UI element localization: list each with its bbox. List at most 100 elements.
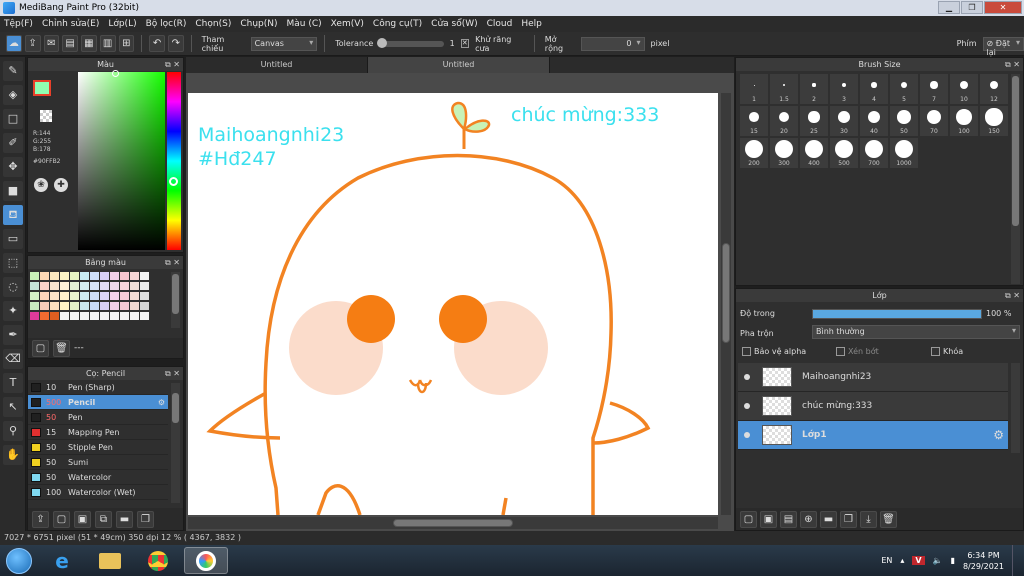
palette-swatch[interactable] bbox=[130, 312, 139, 320]
new-layer-icon[interactable]: ▢ bbox=[740, 510, 757, 528]
brush-size-option[interactable]: 400 bbox=[800, 138, 828, 168]
palette-swatch[interactable] bbox=[90, 272, 99, 280]
brush-item[interactable]: 500 Pencil ⚙ bbox=[28, 395, 168, 410]
brush-scrollbar[interactable] bbox=[171, 383, 180, 503]
lasso-tool-icon[interactable]: ◌ bbox=[3, 277, 23, 297]
palette-swatch[interactable] bbox=[40, 282, 49, 290]
palette-swatch[interactable] bbox=[70, 282, 79, 290]
show-desktop-button[interactable] bbox=[1012, 545, 1020, 576]
maximize-button[interactable]: ❐ bbox=[961, 1, 983, 14]
delete-layer-icon[interactable]: 🗑 bbox=[880, 510, 897, 528]
magic-wand-icon[interactable]: ✦ bbox=[3, 301, 23, 321]
close-button[interactable]: ✕ bbox=[984, 1, 1022, 14]
chrome-icon[interactable] bbox=[136, 547, 180, 574]
protect-alpha-checkbox[interactable] bbox=[742, 347, 751, 356]
palette-swatch[interactable] bbox=[80, 282, 89, 290]
new-palette-icon[interactable]: ▢ bbox=[32, 339, 49, 357]
menu-item[interactable]: Help bbox=[521, 19, 542, 29]
brush-item[interactable]: 100 Watercolor (Wet) bbox=[28, 485, 168, 500]
blend-select[interactable]: Bình thường bbox=[812, 325, 1020, 339]
palette-swatch[interactable] bbox=[130, 272, 139, 280]
palette-swatch[interactable] bbox=[80, 302, 89, 310]
palette-swatch[interactable] bbox=[60, 282, 69, 290]
antialias-checkbox[interactable]: ✕ bbox=[460, 39, 470, 48]
add-brush-icon[interactable]: ▣ bbox=[74, 510, 91, 528]
hue-slider[interactable] bbox=[167, 72, 181, 250]
palette-swatch[interactable] bbox=[130, 302, 139, 310]
clipping-checkbox[interactable] bbox=[836, 347, 845, 356]
hue-cursor[interactable] bbox=[169, 177, 178, 186]
new-brush-icon[interactable]: ▢ bbox=[53, 510, 70, 528]
brush-size-option[interactable]: 3 bbox=[830, 74, 858, 104]
brush-size-option[interactable]: 20 bbox=[770, 106, 798, 136]
palette-swatch[interactable] bbox=[80, 312, 89, 320]
palette-swatch[interactable] bbox=[100, 272, 109, 280]
palette-swatch[interactable] bbox=[110, 302, 119, 310]
palette-swatch[interactable] bbox=[100, 292, 109, 300]
layer-settings-icon[interactable]: ⚙ bbox=[993, 428, 1004, 442]
operation-tool-icon[interactable]: ↖ bbox=[3, 397, 23, 417]
panel-controls-icon[interactable]: ⧉ ✕ bbox=[165, 367, 180, 380]
select-tool-icon[interactable]: ⬚ bbox=[3, 253, 23, 273]
palette-swatch[interactable] bbox=[40, 272, 49, 280]
palette-swatch[interactable] bbox=[50, 272, 59, 280]
brush-size-option[interactable]: 2 bbox=[800, 74, 828, 104]
brush-size-option[interactable]: 150 bbox=[980, 106, 1008, 136]
palette-swatch[interactable] bbox=[90, 302, 99, 310]
brush-size-option[interactable]: 200 bbox=[740, 138, 768, 168]
palette-swatch[interactable] bbox=[100, 312, 109, 320]
eyedropper-icon[interactable]: ⚲ bbox=[3, 421, 23, 441]
palette-swatch[interactable] bbox=[140, 302, 149, 310]
palette-swatch[interactable] bbox=[60, 292, 69, 300]
page-icon[interactable]: ▦ bbox=[81, 35, 97, 52]
palette-swatch[interactable] bbox=[110, 272, 119, 280]
canvas-horizontal-scrollbar[interactable] bbox=[188, 517, 718, 529]
brush-item[interactable]: 50 Sumi bbox=[28, 455, 168, 470]
brush-tool-icon[interactable]: ✎ bbox=[3, 61, 23, 81]
select-eraser-icon[interactable]: ⌫ bbox=[3, 349, 23, 369]
palette-swatch[interactable] bbox=[70, 292, 79, 300]
palette-swatch[interactable] bbox=[40, 292, 49, 300]
select-pen-icon[interactable]: ✒ bbox=[3, 325, 23, 345]
move-tool-icon[interactable]: ✥ bbox=[3, 157, 23, 177]
palette-swatch[interactable] bbox=[80, 292, 89, 300]
menu-item[interactable]: Chọn(S) bbox=[195, 19, 231, 29]
opacity-slider[interactable] bbox=[812, 309, 982, 319]
secondary-color-swatch[interactable] bbox=[40, 110, 52, 122]
layer-row[interactable]: chúc mừng:333 bbox=[738, 392, 1008, 421]
palette-swatch[interactable] bbox=[110, 292, 119, 300]
brush-size-option[interactable]: 300 bbox=[770, 138, 798, 168]
brush-item[interactable]: 50 Stipple Pen bbox=[28, 440, 168, 455]
share-icon[interactable]: ⇪ bbox=[24, 35, 41, 52]
bucket-tool-icon[interactable]: ⛾ bbox=[3, 205, 23, 225]
new-halftone-layer-icon[interactable]: ▣ bbox=[760, 510, 777, 528]
palette-swatch[interactable] bbox=[30, 282, 39, 290]
primary-color-swatch[interactable] bbox=[33, 80, 51, 96]
palette-swatch[interactable] bbox=[30, 302, 39, 310]
undo-icon[interactable]: ↶ bbox=[149, 35, 165, 52]
brush-size-option[interactable]: 700 bbox=[860, 138, 888, 168]
brush-item[interactable]: 50 Watercolor bbox=[28, 470, 168, 485]
slider-knob[interactable] bbox=[377, 37, 388, 48]
delete-palette-icon[interactable]: 🗑 bbox=[53, 339, 70, 357]
menu-item[interactable]: Lớp(L) bbox=[108, 19, 136, 29]
layer-scrollbar[interactable] bbox=[1011, 363, 1020, 453]
panel-controls-icon[interactable]: ⧉ ✕ bbox=[1005, 58, 1020, 71]
drawing-canvas[interactable]: Maihoangnhi23 #Hđ247 chúc mừng:333 bbox=[188, 93, 718, 515]
menu-item[interactable]: Công cụ(T) bbox=[373, 19, 422, 29]
layer-row[interactable]: Maihoangnhi23 bbox=[738, 363, 1008, 392]
menu-item[interactable]: Cloud bbox=[487, 19, 513, 29]
brush-size-option[interactable]: 100 bbox=[950, 106, 978, 136]
palette-swatch[interactable] bbox=[60, 272, 69, 280]
copy-brush-icon[interactable]: ⧉ bbox=[95, 510, 112, 528]
panel-controls-icon[interactable]: ⧉ ✕ bbox=[1005, 289, 1020, 302]
palette-scrollbar[interactable] bbox=[171, 272, 180, 328]
palette-swatch[interactable] bbox=[140, 292, 149, 300]
palette-swatch[interactable] bbox=[110, 312, 119, 320]
brush-size-option[interactable]: 1000 bbox=[890, 138, 918, 168]
palette-swatch[interactable] bbox=[90, 282, 99, 290]
palette-swatch[interactable] bbox=[30, 312, 39, 320]
brush-size-option[interactable]: 10 bbox=[950, 74, 978, 104]
saturation-field[interactable] bbox=[78, 72, 165, 250]
tray-arrow-icon[interactable]: ▴ bbox=[900, 556, 904, 565]
